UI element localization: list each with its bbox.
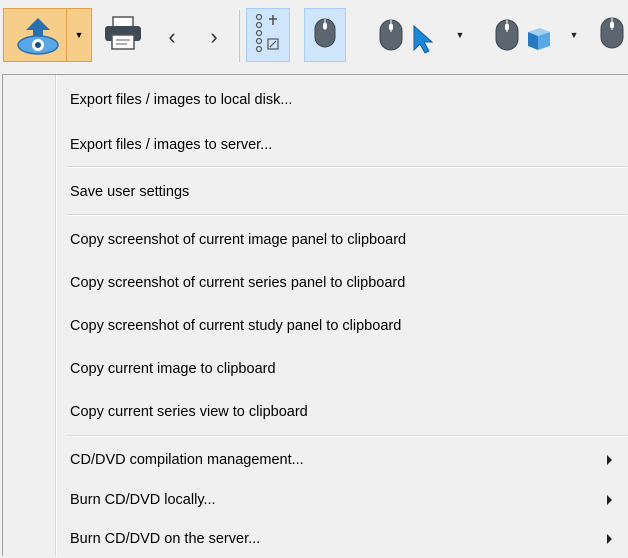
previous-button[interactable]: ‹	[157, 18, 187, 56]
submenu-arrow-icon	[607, 495, 612, 505]
menu-item-export-server[interactable]: Export files / images to server...	[3, 126, 627, 164]
menu-separator	[67, 166, 627, 168]
layout-grid-icon	[253, 11, 283, 59]
mouse-icon	[598, 14, 624, 56]
submenu-arrow-icon	[607, 534, 612, 544]
menu-item-copy-current-series-view[interactable]: Copy current series view to clipboard	[3, 393, 627, 431]
menu-item-label: Save user settings	[70, 184, 190, 200]
chevron-down-icon: ▼	[455, 30, 465, 40]
mouse-icon	[312, 16, 338, 54]
menu-item-copy-study-panel-screenshot[interactable]: Copy screenshot of current study panel t…	[3, 307, 627, 345]
chevron-down-icon: ▼	[74, 30, 84, 40]
menu-item-save-user-settings[interactable]: Save user settings	[3, 173, 627, 211]
print-button[interactable]	[96, 8, 150, 62]
menu-item-label: CD/DVD compilation management...	[70, 452, 304, 468]
menu-item-label: Copy current series view to clipboard	[70, 404, 308, 420]
menu-item-label: Copy screenshot of current series panel …	[70, 275, 406, 291]
export-dropdown-menu: Export files / images to local disk... E…	[2, 74, 628, 556]
menu-item-label: Burn CD/DVD locally...	[70, 492, 216, 508]
next-button[interactable]: ›	[199, 18, 229, 56]
chevron-down-icon: ▼	[569, 30, 579, 40]
mouse-select-button[interactable]	[304, 8, 346, 62]
mouse-pointer-button[interactable]: ▼	[366, 8, 476, 62]
viewport-layout-button[interactable]	[246, 8, 290, 62]
menu-item-copy-current-image[interactable]: Copy current image to clipboard	[3, 350, 627, 388]
chevron-right-icon: ›	[210, 24, 218, 49]
menu-item-copy-series-panel-screenshot[interactable]: Copy screenshot of current series panel …	[3, 264, 627, 302]
menu-item-label: Export files / images to local disk...	[70, 92, 293, 108]
printer-icon	[103, 15, 143, 55]
menu-item-label: Burn CD/DVD on the server...	[70, 531, 261, 547]
toolbar: ▼ ‹ › ▼ ▼	[0, 0, 628, 74]
mouse-3d-button[interactable]: ▼	[484, 8, 588, 62]
export-eye-icon	[16, 17, 60, 59]
mouse-arrow-icon	[378, 16, 450, 54]
export-button[interactable]: ▼	[3, 8, 92, 62]
mouse-cube-icon	[494, 16, 564, 54]
chevron-left-icon: ‹	[168, 24, 176, 49]
menu-item-copy-image-panel-screenshot[interactable]: Copy screenshot of current image panel t…	[3, 221, 627, 259]
mouse-more-button[interactable]	[598, 8, 628, 62]
menu-item-label: Copy current image to clipboard	[70, 361, 276, 377]
menu-item-label: Export files / images to server...	[70, 137, 273, 153]
menu-item-label: Copy screenshot of current image panel t…	[70, 232, 407, 248]
menu-item-burn-cd-dvd-locally[interactable]: Burn CD/DVD locally...	[3, 481, 627, 519]
submenu-arrow-icon	[607, 455, 612, 465]
menu-separator	[67, 214, 627, 216]
menu-item-label: Copy screenshot of current study panel t…	[70, 318, 402, 334]
toolbar-separator	[239, 10, 240, 62]
menu-item-cd-dvd-compilation[interactable]: CD/DVD compilation management...	[3, 441, 627, 479]
menu-item-export-local[interactable]: Export files / images to local disk...	[3, 81, 627, 119]
menu-item-burn-cd-dvd-server[interactable]: Burn CD/DVD on the server...	[3, 520, 627, 558]
menu-separator	[67, 435, 627, 437]
export-dropdown-toggle[interactable]: ▼	[66, 9, 91, 61]
